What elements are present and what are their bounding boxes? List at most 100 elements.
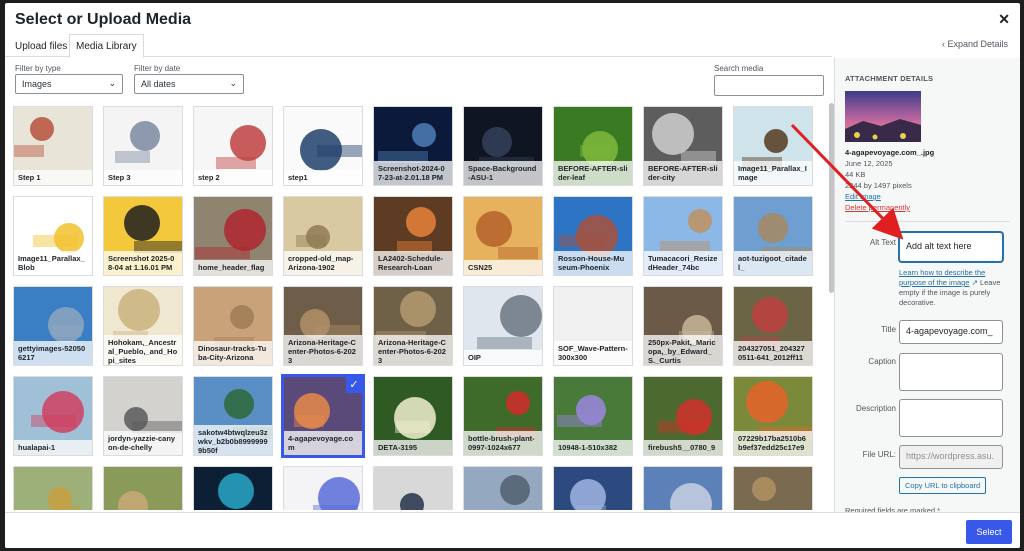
media-tile-caption: Dinosaur-tracks-Tuba-City-Arizona — [194, 341, 272, 365]
media-tile[interactable]: Space-Background-ASU-1 — [463, 106, 543, 186]
media-tile[interactable]: step 2 — [193, 106, 273, 186]
description-field[interactable] — [899, 399, 1003, 437]
media-tile[interactable]: Arizona-Heritage-Center-Photos-6-2023 — [373, 286, 453, 366]
media-tile[interactable]: Arizona-Heritage-Center-Photos-6-2023 — [283, 286, 363, 366]
media-tile-caption: sakotw4btwqlzeu3zwkv_b2b0b89999999b50f — [194, 425, 272, 455]
title-label: Title — [881, 325, 896, 334]
media-tile[interactable]: LA2402-Schedule-Research-Loan — [373, 196, 453, 276]
media-tile[interactable]: Hohokam,_Ancestral_Pueblo,_and_Hopi_site… — [103, 286, 183, 366]
media-tile-caption: Arizona-Heritage-Center-Photos-6-2023 — [374, 335, 452, 365]
media-tile[interactable]: hualapai-1 — [13, 376, 93, 456]
media-tile[interactable]: SOF_Wave-Pattern-300x300 — [553, 286, 633, 366]
attachment-thumbnail — [845, 91, 921, 142]
media-tile-caption: home_header_flag — [194, 260, 272, 275]
alt-text-field[interactable]: Add alt text here — [899, 232, 1003, 262]
media-tile-caption: 4-agapevoyage.com — [284, 431, 362, 455]
media-tile[interactable]: step1 — [283, 106, 363, 186]
media-tile-caption: LA2402-Schedule-Research-Loan — [374, 251, 452, 275]
title-field[interactable]: 4-agapevoyage.com_ — [899, 320, 1003, 344]
media-tile[interactable]: Rosson-House-Museum-Phoenix — [553, 196, 633, 276]
tab-media-library[interactable]: Media Library — [69, 34, 144, 58]
expand-details-label: Expand Details — [947, 39, 1008, 49]
media-tile-caption: cropped-old_map-Arizona-1902 — [284, 251, 362, 275]
select-button[interactable]: Select — [966, 520, 1012, 544]
media-tile[interactable]: sakotw4btwqlzeu3zwkv_b2b0b89999999b50f — [193, 376, 273, 456]
media-tile[interactable]: jordyn-yazzie-canyon-de-chelly — [103, 376, 183, 456]
media-tile[interactable]: Image11_Parallax_Blob — [13, 196, 93, 276]
edit-image-link[interactable]: Edit Image — [845, 192, 881, 201]
media-tile[interactable]: CSN25 — [463, 196, 543, 276]
media-tile[interactable]: OIP — [463, 286, 543, 366]
media-tile-caption: aot-tuzigoot_citadel_ — [734, 251, 812, 275]
media-thumbnail — [48, 487, 80, 510]
filter-type-label: Filter by type — [15, 64, 61, 73]
details-heading: ATTACHMENT DETAILS — [845, 74, 934, 83]
media-tile-caption: Image11_Parallax_Image — [734, 161, 812, 185]
media-tile[interactable]: DETA-3195 — [373, 376, 453, 456]
media-tile-caption: Step 3 — [104, 170, 182, 185]
media-tile-caption: Screenshot 2025-08-04 at 1.16.01 PM — [104, 251, 182, 275]
file-url-field[interactable]: https://wordpress.asu. — [899, 445, 1003, 469]
media-tile[interactable] — [733, 466, 813, 510]
tab-upload-files[interactable]: Upload files — [10, 37, 72, 56]
media-tile[interactable]: 4-agapevoyage.com ✓ — [281, 374, 365, 458]
checkmark-icon[interactable]: ✓ — [346, 377, 362, 393]
media-tile[interactable]: firebush5__0780_9 — [643, 376, 723, 456]
chevron-down-icon: ⌄ — [108, 78, 116, 88]
media-tile[interactable]: cropped-old_map-Arizona-1902 — [283, 196, 363, 276]
media-tile[interactable] — [463, 466, 543, 510]
media-tile[interactable]: Dinosaur-tracks-Tuba-City-Arizona — [193, 286, 273, 366]
external-link-icon: ↗ — [971, 278, 978, 287]
filter-date-select[interactable]: All dates ⌄ — [134, 74, 244, 94]
media-tile[interactable]: Screenshot 2025-08-04 at 1.16.01 PM — [103, 196, 183, 276]
media-thumbnail — [218, 473, 254, 509]
media-tile[interactable]: BEFORE-AFTER-slider-leaf — [553, 106, 633, 186]
media-tile-caption: Screenshot-2024-07-23-at-2.01.18 PM — [374, 161, 452, 185]
media-tile[interactable]: aot-tuzigoot_citadel_ — [733, 196, 813, 276]
caption-label: Caption — [868, 357, 896, 366]
media-tile-caption: Rosson-House-Museum-Phoenix — [554, 251, 632, 275]
media-tile[interactable]: Screenshot-2024-07-23-at-2.01.18 PM — [373, 106, 453, 186]
media-tile-caption: Arizona-Heritage-Center-Photos-6-2023 — [284, 335, 362, 365]
media-tile[interactable] — [373, 466, 453, 510]
copy-url-button[interactable]: Copy URL to clipboard — [899, 477, 987, 494]
media-tile[interactable]: 10948-1-510x382 — [553, 376, 633, 456]
media-tile[interactable]: bottle-brush-plant-0997-1024x677 — [463, 376, 543, 456]
media-modal: Select or Upload Media ✕ Upload files Me… — [5, 3, 1020, 548]
media-tile[interactable]: Tumacacori_ResizedHeader_74bc — [643, 196, 723, 276]
media-tile[interactable] — [283, 466, 363, 510]
media-tile[interactable] — [13, 466, 93, 510]
filter-date-value: All dates — [141, 79, 176, 89]
filter-type-select[interactable]: Images ⌄ — [15, 74, 123, 94]
media-tile-caption: BEFORE-AFTER-slider-city — [644, 161, 722, 185]
media-tile-caption: hualapai-1 — [14, 440, 92, 455]
media-tile[interactable] — [103, 466, 183, 510]
details-filename: 4-agapevoyage.com_.jpg — [845, 148, 935, 157]
chevron-down-icon: ⌄ — [229, 78, 237, 88]
caption-field[interactable] — [899, 353, 1003, 391]
media-tile[interactable] — [643, 466, 723, 510]
media-thumbnail — [313, 477, 360, 510]
media-tile[interactable]: Image11_Parallax_Image — [733, 106, 813, 186]
media-tile[interactable]: 204327051_2043270511-641_2012ff11 — [733, 286, 813, 366]
media-thumbnail — [400, 493, 424, 510]
media-tile-caption: BEFORE-AFTER-slider-leaf — [554, 161, 632, 185]
media-tile[interactable]: BEFORE-AFTER-slider-city — [643, 106, 723, 186]
media-tile-caption: 10948-1-510x382 — [554, 440, 632, 455]
close-icon[interactable]: ✕ — [998, 11, 1010, 28]
media-tile[interactable] — [553, 466, 633, 510]
search-input[interactable] — [714, 75, 824, 96]
media-tile[interactable]: Step 1 — [13, 106, 93, 186]
media-tile-caption: OIP — [464, 350, 542, 365]
media-tile-caption: DETA-3195 — [374, 440, 452, 455]
media-tile-caption: bottle-brush-plant-0997-1024x677 — [464, 431, 542, 455]
media-tile[interactable]: gettyimages-520506217 — [13, 286, 93, 366]
media-tile[interactable] — [193, 466, 273, 510]
media-thumbnail — [752, 477, 776, 501]
delete-permanently-link[interactable]: Delete permanently — [845, 203, 910, 212]
media-tile[interactable]: 250px-Pakit,_Maricopa,_by_Edward_S._Curt… — [643, 286, 723, 366]
expand-details-link[interactable]: ‹ Expand Details — [942, 39, 1008, 49]
media-tile[interactable]: 07229b17ba2510b6b9ef37edd25c17e9 — [733, 376, 813, 456]
media-tile[interactable]: home_header_flag — [193, 196, 273, 276]
media-tile[interactable]: Step 3 — [103, 106, 183, 186]
